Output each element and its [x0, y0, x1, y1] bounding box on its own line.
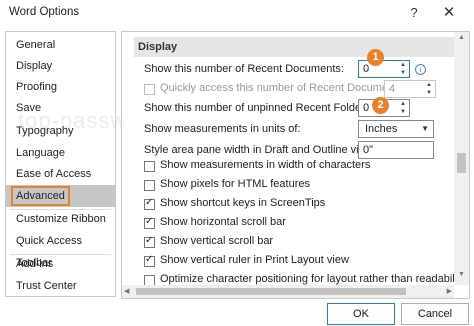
options-sidebar: General Display Proofing Save Typography…: [5, 31, 116, 297]
info-icon[interactable]: i: [415, 64, 426, 75]
checkbox-measurements-width[interactable]: [144, 161, 155, 172]
checkbox-vertical-ruler[interactable]: [144, 254, 155, 267]
close-button[interactable]: ✕: [439, 3, 459, 23]
sidebar-item-label: Add-ins: [16, 258, 54, 270]
scroll-down-icon[interactable]: ▼: [454, 271, 469, 283]
quick-access-label: Quickly access this number of Recent Doc…: [160, 82, 406, 94]
scroll-up-icon[interactable]: ▲: [454, 34, 469, 46]
horizontal-scrollbar[interactable]: ◀ ▶: [122, 285, 454, 298]
window-title: Word Options: [9, 6, 80, 18]
unpinned-folders-value: 0: [363, 102, 370, 114]
sidebar-item-label: Proofing: [16, 81, 57, 93]
callout-badge-1: 1: [367, 49, 384, 66]
style-area-label: Style area pane width in Draft and Outli…: [144, 144, 382, 156]
ok-button[interactable]: OK: [327, 303, 395, 325]
recent-docs-label: Show this number of Recent Documents:: [144, 63, 344, 75]
quick-access-spinner[interactable]: 4 ▲ ▼: [384, 80, 436, 98]
sidebar-item-quick-access-toolbar[interactable]: Quick Access Toolbar: [6, 230, 115, 269]
checkbox-label: Show measurements in width of characters: [160, 159, 371, 171]
checkbox-shortcut-keys[interactable]: [144, 197, 155, 210]
recent-docs-spinner[interactable]: 0 ▲ ▼: [358, 60, 410, 78]
spinner-arrows-icon[interactable]: ▲ ▼: [397, 61, 409, 77]
sidebar-item-label: Advanced: [11, 186, 70, 206]
checkbox-label: Show vertical scroll bar: [160, 235, 274, 247]
sidebar-item-add-ins[interactable]: Add-ins: [6, 253, 115, 275]
checkbox-horizontal-scroll[interactable]: [144, 216, 155, 229]
sidebar-item-label: Display: [16, 60, 53, 72]
section-header-display: Display: [134, 37, 454, 57]
checkbox-label: Show pixels for HTML features: [160, 178, 310, 190]
scroll-left-icon[interactable]: ◀: [124, 285, 129, 298]
vertical-scrollbar[interactable]: ▲ ▼: [454, 32, 469, 285]
style-area-value: 0": [363, 144, 374, 156]
sidebar-item-label: General: [16, 39, 56, 51]
sidebar-item-display[interactable]: Display: [6, 55, 115, 77]
scroll-right-icon[interactable]: ▶: [447, 285, 452, 298]
title-bar: Word Options ? ✕: [0, 0, 474, 26]
checkbox-label: Optimize character positioning for layou…: [160, 273, 466, 285]
spinner-arrows-icon[interactable]: ▲ ▼: [423, 81, 435, 97]
help-button[interactable]: ?: [404, 3, 424, 23]
units-value: Inches: [365, 123, 398, 135]
sidebar-item-trust-center[interactable]: Trust Center: [6, 275, 115, 297]
sidebar-item-language[interactable]: Language: [6, 142, 115, 164]
spinner-arrows-icon[interactable]: ▲ ▼: [397, 100, 409, 116]
unpinned-folders-label: Show this number of unpinned Recent Fold…: [144, 102, 374, 114]
checkbox-label: Show vertical ruler in Print Layout view: [160, 254, 349, 266]
advanced-options-panel: Display Show this number of Recent Docum…: [121, 31, 470, 299]
style-area-input[interactable]: 0": [358, 141, 434, 159]
quick-access-checkbox[interactable]: [144, 84, 155, 95]
quick-access-value: 4: [389, 83, 396, 95]
chevron-down-icon: ▼: [421, 124, 429, 133]
sidebar-item-label: Trust Center: [16, 280, 77, 292]
units-dropdown[interactable]: Inches ▼: [358, 120, 434, 138]
callout-badge-2: 2: [372, 97, 389, 114]
scroll-thumb[interactable]: [136, 288, 406, 295]
checkbox-vertical-scroll[interactable]: [144, 235, 155, 248]
sidebar-item-customize-ribbon[interactable]: Customize Ribbon: [6, 208, 115, 230]
sidebar-item-ease-of-access[interactable]: Ease of Access: [6, 163, 115, 185]
sidebar-item-label: Language: [16, 147, 65, 159]
sidebar-item-proofing[interactable]: Proofing: [6, 76, 115, 98]
checkbox-label: Show shortcut keys in ScreenTips: [160, 197, 326, 209]
recent-docs-value: 0: [363, 63, 370, 75]
sidebar-item-general[interactable]: General: [6, 34, 115, 56]
checkbox-pixels-html[interactable]: [144, 180, 155, 191]
cancel-button[interactable]: Cancel: [401, 303, 469, 325]
sidebar-item-label: Ease of Access: [16, 168, 92, 180]
units-label: Show measurements in units of:: [144, 123, 301, 135]
sidebar-item-advanced[interactable]: Advanced: [6, 185, 115, 207]
checkbox-label: Show horizontal scroll bar: [160, 216, 286, 228]
scroll-thumb[interactable]: [457, 153, 466, 173]
sidebar-item-label: Customize Ribbon: [16, 213, 106, 225]
